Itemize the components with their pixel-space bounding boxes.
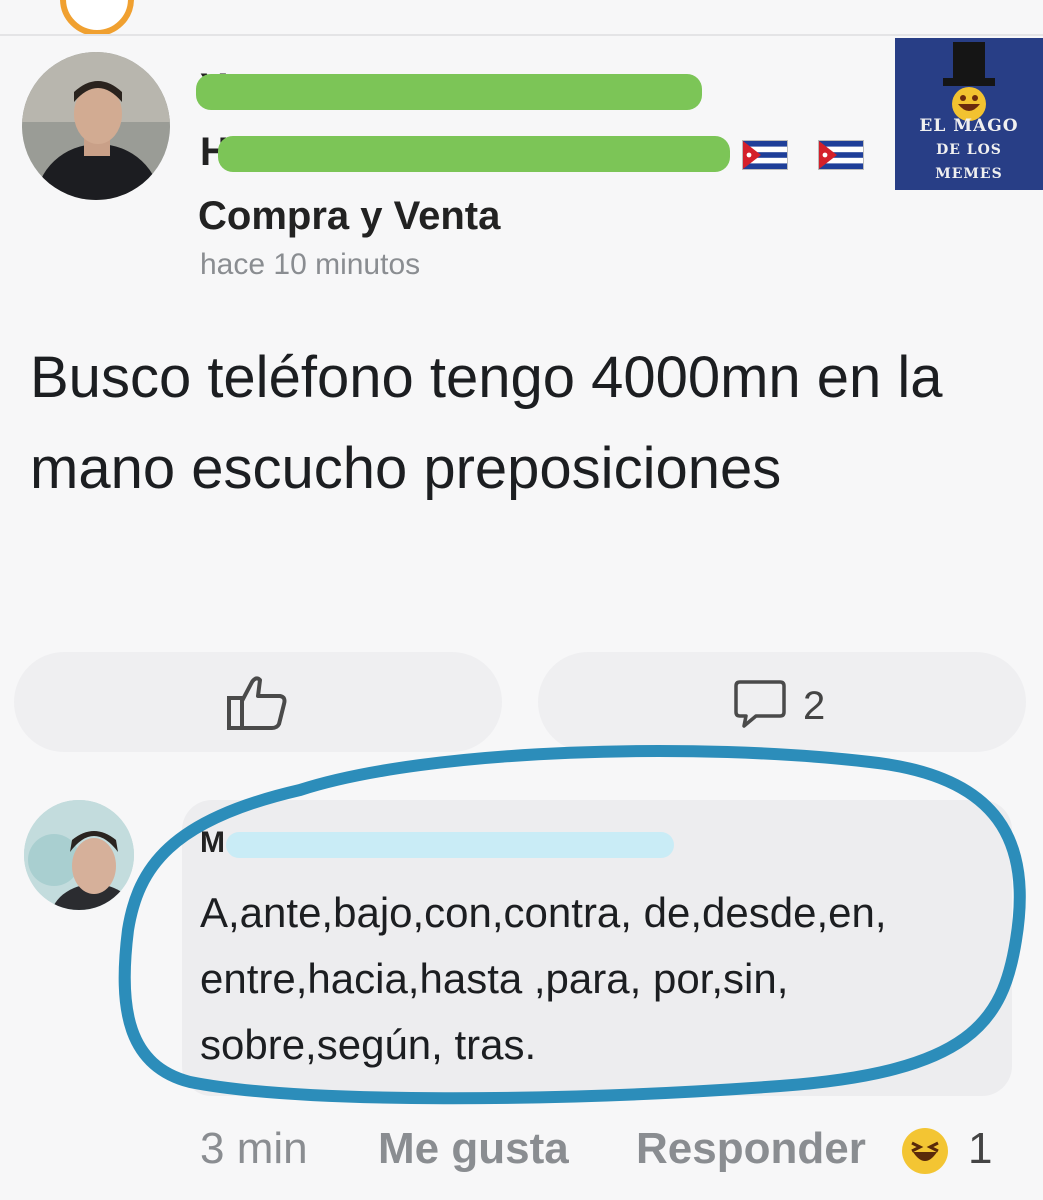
comment-like-button[interactable]: Me gusta [378, 1124, 569, 1174]
highlight-outline [118, 744, 1026, 1105]
reaction-count[interactable]: 1 [968, 1124, 992, 1174]
laughing-emoji-icon[interactable] [900, 1126, 950, 1176]
comment-timestamp[interactable]: 3 min [200, 1124, 308, 1174]
comment-reply-button[interactable]: Responder [636, 1124, 866, 1174]
